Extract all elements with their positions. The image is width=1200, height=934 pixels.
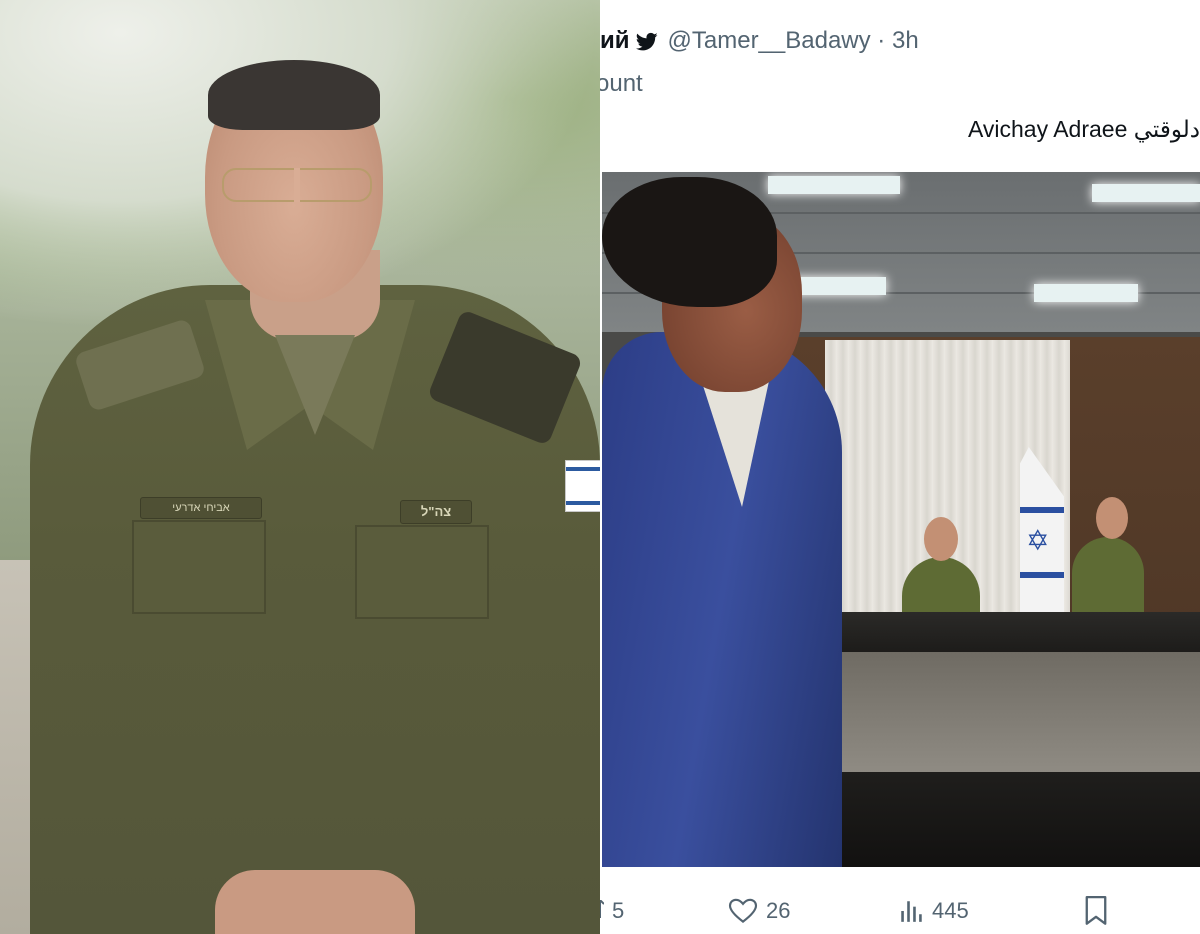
user-handle[interactable]: @Tamer__Badawy [668, 27, 871, 55]
flag-patch-icon [565, 460, 600, 512]
chest-pocket-right [355, 525, 489, 619]
like-button[interactable]: 26 [728, 898, 790, 924]
chest-pocket-left [132, 520, 266, 614]
heart-icon [728, 898, 758, 923]
retweet-icon [600, 900, 604, 918]
tweet-action-bar: 5 26 445 [600, 888, 1200, 934]
star-of-david-icon: ✡ [1026, 525, 1050, 556]
glasses [222, 168, 372, 202]
name-tag: אביחי אדרעי [140, 497, 262, 519]
tweet-text: Avichay Adraee دلوقتي [967, 116, 1200, 142]
composite-screenshot: אביחי אדרעי צה"ל ий @Tamer__Badawy · 3h … [0, 0, 1200, 934]
account-label: ount [600, 70, 643, 97]
officer-hair [208, 60, 380, 130]
timestamp[interactable]: 3h [892, 27, 919, 55]
unit-tag: צה"ל [400, 500, 472, 524]
bar-chart-icon [901, 901, 922, 922]
desk-front [842, 772, 1200, 867]
hands [215, 870, 415, 934]
ceiling-light [1034, 284, 1138, 302]
views-count: 445 [932, 898, 969, 923]
soldier-head [924, 517, 958, 561]
soldier-head [1096, 497, 1128, 539]
conference-table [832, 612, 1200, 652]
separator-dot: · [870, 27, 892, 54]
retweet-button[interactable]: 5 [600, 898, 624, 924]
tweet-image[interactable]: ✡ [602, 172, 1200, 867]
retweet-count: 5 [612, 898, 625, 923]
views-button[interactable]: 445 [898, 898, 969, 924]
tweet-header: ий @Tamer__Badawy · 3h [600, 24, 919, 58]
tweet-card[interactable]: ий @Tamer__Badawy · 3h ount Avichay Adra… [600, 0, 1200, 934]
ceiling-light [768, 176, 900, 194]
twitter-bird-icon [635, 31, 658, 51]
bookmark-icon [1085, 896, 1107, 925]
officer-photo: אביחי אדרעי צה"ל [0, 0, 600, 934]
table-reflection [832, 652, 1200, 772]
ceiling-light [1092, 184, 1200, 202]
bookmark-button[interactable] [1084, 896, 1108, 926]
display-name[interactable]: ий [600, 27, 630, 55]
like-count: 26 [766, 898, 791, 923]
